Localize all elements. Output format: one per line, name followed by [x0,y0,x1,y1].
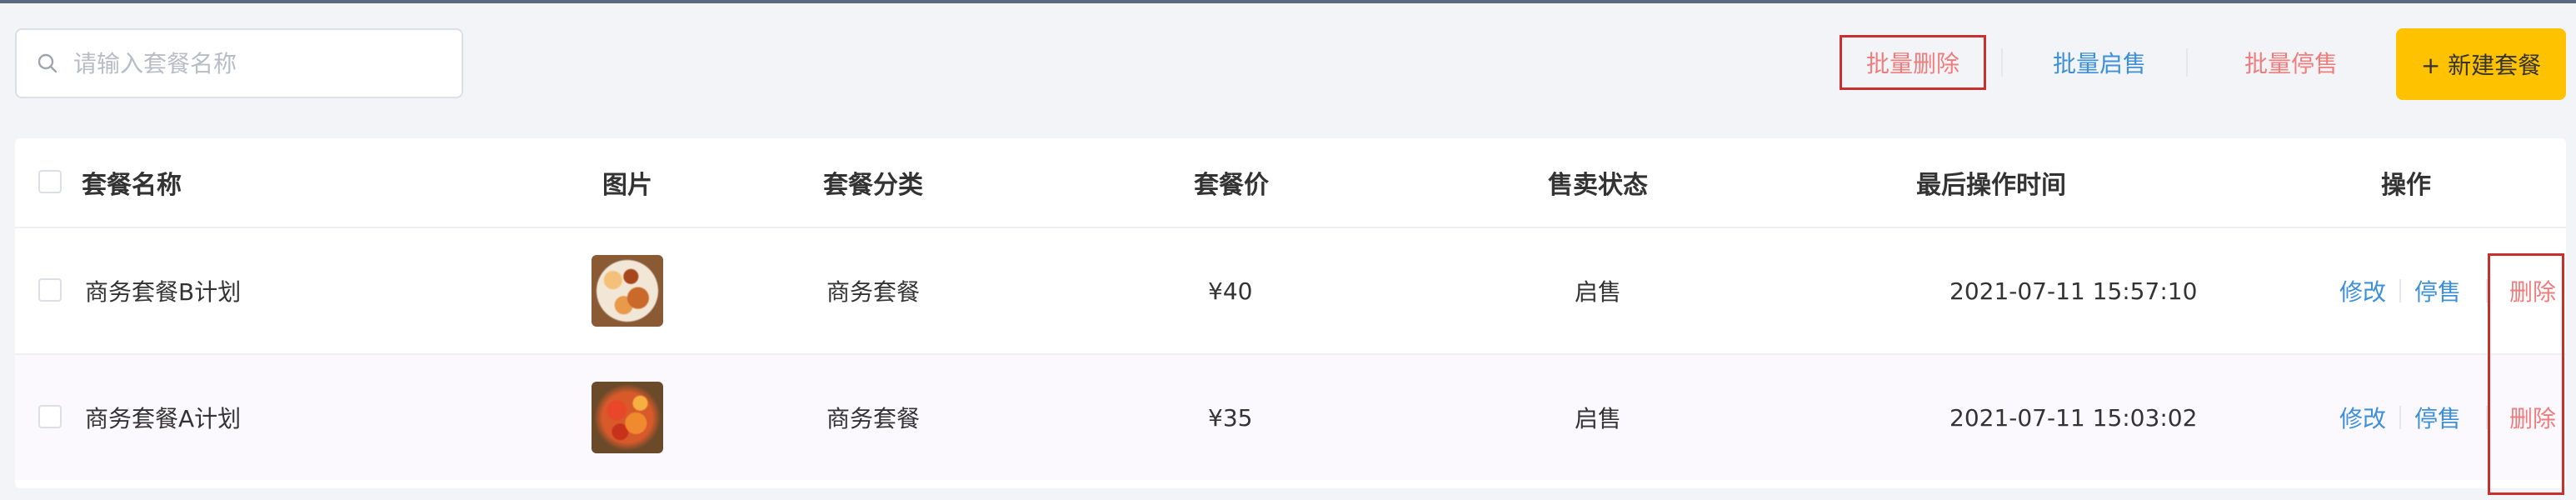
table-row: 商务套餐B计划 商务套餐 ¥40 启售 2021-07-11 15:57:10 … [15,228,2566,355]
set-meal-category: 商务套餐 [826,278,920,306]
search-box[interactable] [15,28,463,98]
search-icon [35,51,60,76]
column-header-actions: 操作 [2381,171,2431,200]
row-actions: 修改 停售 删除 [2339,355,2566,480]
toolbar-divider [2186,48,2188,77]
edit-link[interactable]: 修改 [2339,274,2386,308]
row-checkbox[interactable] [38,405,62,428]
row-actions: 修改 停售 删除 [2339,228,2566,353]
action-divider [2399,406,2401,429]
table-header: 套餐名称 图片 套餐分类 套餐价 售卖状态 最后操作时间 操作 [15,138,2566,228]
column-header-name: 套餐名称 [82,171,182,200]
search-input[interactable] [72,48,442,78]
set-meal-image [557,228,698,353]
edit-link[interactable]: 修改 [2339,401,2386,434]
new-set-meal-button[interactable]: + 新建套餐 [2396,28,2566,100]
select-all-checkbox[interactable] [38,170,62,193]
action-divider [2399,279,2401,302]
column-header-image: 图片 [602,171,652,200]
set-meal-price: ¥40 [1208,277,1253,305]
table-row: 商务套餐A计划 商务套餐 ¥35 启售 2021-07-11 15:03:02 … [15,355,2566,480]
action-divider [2486,406,2488,429]
column-header-category: 套餐分类 [823,171,923,200]
dish-photo [592,382,663,453]
set-meal-name: 商务套餐B计划 [85,278,242,306]
batch-delete-button[interactable]: 批量删除 [1840,35,1986,90]
batch-disable-button[interactable]: 批量停售 [2208,35,2374,90]
action-divider [2486,279,2488,302]
delete-link[interactable]: 删除 [2509,401,2556,434]
batch-enable-button[interactable]: 批量启售 [2016,35,2183,90]
dish-photo [592,255,663,327]
toolbar-divider [2001,48,2003,77]
set-meal-table: 套餐名称 图片 套餐分类 套餐价 售卖状态 最后操作时间 操作 商务套餐B计划 … [15,138,2566,488]
column-header-status: 售卖状态 [1548,171,1648,200]
column-header-price: 套餐价 [1194,171,1269,200]
column-header-updated: 最后操作时间 [1916,171,2066,200]
set-meal-image [557,355,698,480]
sale-status: 启售 [1574,405,1621,432]
sale-status: 启售 [1574,278,1621,306]
set-meal-price: ¥35 [1208,403,1253,432]
row-checkbox[interactable] [38,278,62,302]
top-border [0,0,2576,3]
disable-link[interactable]: 停售 [2414,274,2461,308]
last-updated: 2021-07-11 15:57:10 [1949,277,2198,305]
disable-link[interactable]: 停售 [2414,401,2461,434]
last-updated: 2021-07-11 15:03:02 [1949,403,2198,432]
set-meal-name: 商务套餐A计划 [85,405,242,432]
delete-link[interactable]: 删除 [2509,274,2556,308]
set-meal-category: 商务套餐 [826,405,920,432]
